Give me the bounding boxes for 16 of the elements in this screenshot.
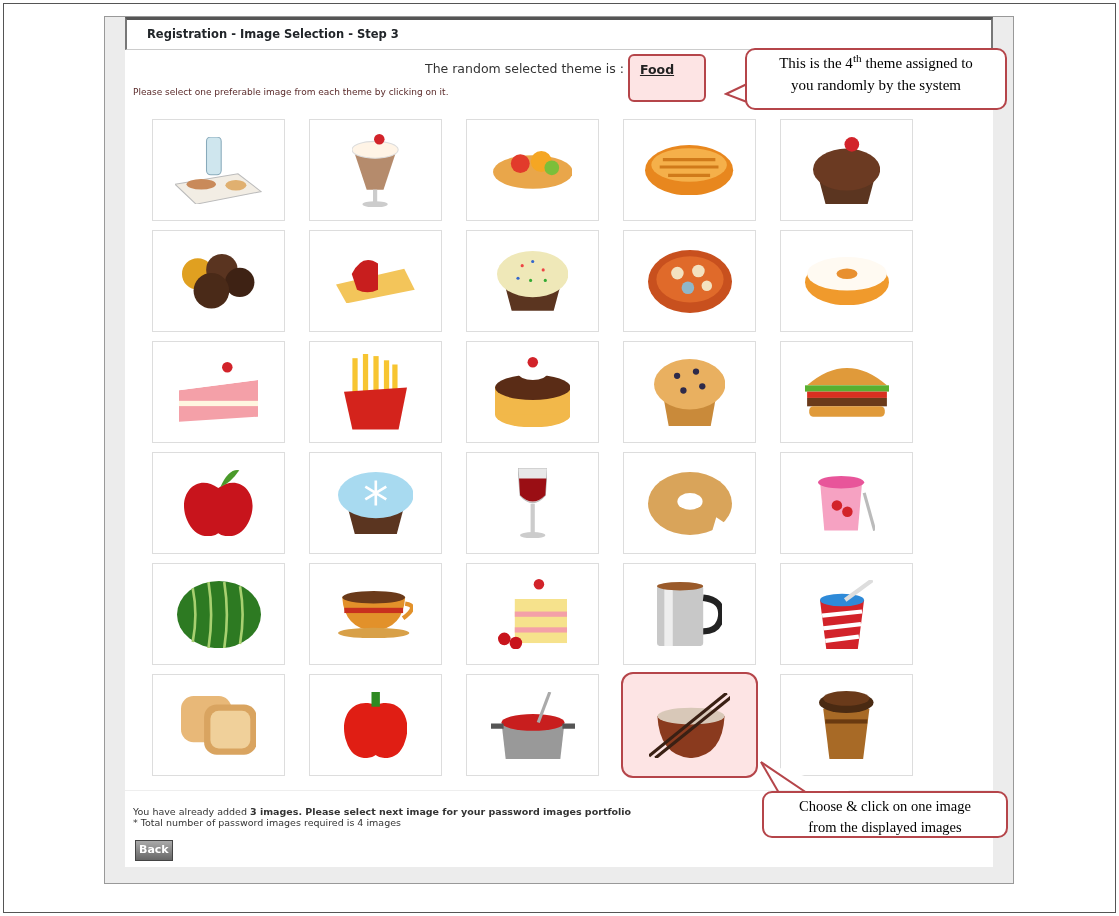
coffee-cup-drawing — [819, 691, 874, 760]
image-tile[interactable] — [621, 672, 758, 779]
cupcake-drawing — [812, 136, 881, 204]
theme-link[interactable]: Food — [639, 62, 675, 78]
layer-cake-drawing — [497, 579, 568, 650]
yogurt-cup-drawing — [818, 475, 875, 531]
drink-cup-drawing — [820, 579, 873, 649]
status-text: You have already added 3 images. Please select next image for your password images portfolio — [133, 807, 632, 818]
theme-label: The random selected theme is : — [425, 61, 625, 77]
apple-drawing — [184, 470, 253, 537]
mug-drawing — [657, 582, 722, 647]
callout-text: This is the 4$^{th}$ theme assigned to you randomly by the system — [745, 48, 1007, 110]
instruction-text: Please select one preferable image from each theme by clicking on it. — [133, 86, 449, 100]
requirement-note: * Total number of password images required is 4 images — [133, 817, 401, 829]
bell-pepper-drawing — [343, 692, 408, 759]
wine-glass-drawing — [517, 468, 548, 539]
